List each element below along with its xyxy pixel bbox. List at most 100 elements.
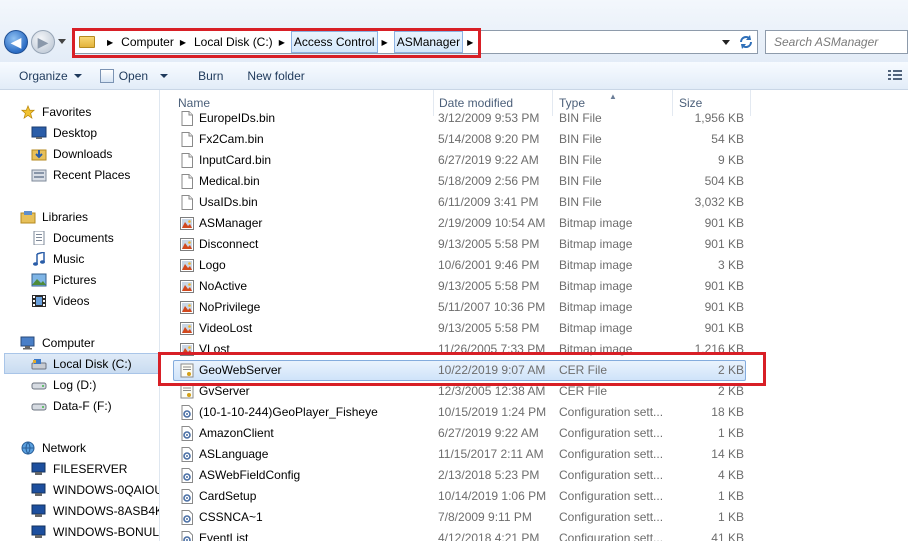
network-computer-icon [31, 525, 46, 538]
file-row[interactable]: NoPrivilege 5/11/2007 10:36 PM Bitmap imag… [160, 297, 908, 318]
nav-favorites[interactable]: Favorites [20, 101, 91, 122]
breadcrumb-separator-icon[interactable]: ▶ [382, 38, 388, 47]
libraries-icon [20, 210, 36, 223]
network-icon [21, 441, 35, 455]
file-name: VLost [199, 342, 230, 356]
file-date: 9/13/2005 5:58 PM [438, 321, 540, 335]
new-folder-button[interactable]: New folder [238, 64, 313, 88]
file-name: NoPrivilege [199, 300, 261, 314]
file-name: UsaIDs.bin [199, 195, 258, 209]
breadcrumb-separator-icon[interactable]: ▶ [107, 38, 113, 47]
file-row[interactable]: VLost 11/26/2005 7:33 PM Bitmap image 1,216… [160, 339, 908, 360]
nav-pictures[interactable]: Pictures [31, 269, 96, 290]
file-size: 14 KB [711, 447, 744, 461]
file-row[interactable]: CSSNCA~1 7/8/2009 9:11 PM Configuration se… [160, 507, 908, 528]
file-row[interactable]: Logo 10/6/2001 9:46 PM Bitmap image 3 KB [160, 255, 908, 276]
organize-button[interactable]: Organize [10, 64, 91, 88]
file-size: 901 KB [704, 237, 744, 251]
nav-network-fileserver[interactable]: FILESERVER [31, 458, 127, 479]
file-row[interactable]: CardSetup 10/14/2019 1:06 PM Configuration… [160, 486, 908, 507]
view-options-icon[interactable] [888, 69, 902, 81]
breadcrumb-separator-icon[interactable]: ▶ [467, 38, 473, 47]
file-size: 54 KB [711, 132, 744, 146]
file-type: Configuration sett... [559, 447, 664, 461]
breadcrumb-asmanager[interactable]: ASManager [393, 31, 464, 53]
file-row[interactable]: Medical.bin 5/18/2009 2:56 PM BIN File 504 … [160, 171, 908, 192]
file-date: 2/13/2018 5:23 PM [438, 468, 540, 482]
file-size: 901 KB [704, 321, 744, 335]
file-date: 10/15/2019 1:24 PM [438, 405, 547, 419]
recent-pages-dropdown[interactable] [58, 39, 66, 44]
file-name: VideoLost [199, 321, 253, 335]
file-date: 9/13/2005 5:58 PM [438, 237, 540, 251]
breadcrumb-local-disk[interactable]: Local Disk (C:) [192, 31, 275, 53]
breadcrumb-separator-icon[interactable]: ▶ [279, 38, 285, 47]
blank-file-icon [180, 153, 194, 168]
blank-file-icon [180, 132, 194, 147]
file-name: Disconnect [199, 237, 259, 251]
nav-net2-label: WINDOWS-0QAIOU [53, 482, 160, 497]
file-row[interactable]: EventList 4/12/2018 4:21 PM Configuration … [160, 528, 908, 541]
nav-log-drive[interactable]: Log (D:) [31, 374, 96, 395]
breadcrumb-access-control[interactable]: Access Control [290, 31, 378, 53]
open-button[interactable]: Open [91, 64, 177, 88]
nav-videos-label: Videos [53, 293, 90, 308]
file-date: 10/6/2001 9:46 PM [438, 258, 540, 272]
nav-music[interactable]: Music [31, 248, 84, 269]
address-bar[interactable]: ▶ Computer ▶ Local Disk (C:) ▶ Access Co… [72, 30, 758, 54]
search-input[interactable]: Search ASManager [765, 30, 908, 54]
back-button[interactable]: ◀ [4, 30, 28, 54]
file-row[interactable]: InputCard.bin 6/27/2019 9:22 AM BIN File 9 … [160, 150, 908, 171]
breadcrumb-computer[interactable]: Computer [119, 31, 176, 53]
file-row[interactable]: EuropeIDs.bin 3/12/2009 9:53 PM BIN File 1,… [160, 108, 908, 129]
network-computer-icon [31, 483, 46, 496]
nav-computer[interactable]: Computer [20, 332, 95, 353]
nav-recent-places[interactable]: Recent Places [31, 164, 130, 185]
file-row[interactable]: ASLanguage 11/15/2017 2:11 AM Configuratio… [160, 444, 908, 465]
file-row[interactable]: Disconnect 9/13/2005 5:58 PM Bitmap image 9… [160, 234, 908, 255]
nav-net1-label: FILESERVER [53, 461, 128, 476]
file-row[interactable]: ASManager 2/19/2009 10:54 AM Bitmap image 9… [160, 213, 908, 234]
file-type: Bitmap image [559, 279, 633, 293]
nav-network[interactable]: Network [20, 437, 86, 458]
file-type: Configuration sett... [559, 531, 664, 541]
file-row[interactable]: (10-1-10-244)GeoPlayer_Fisheye 10/15/2019… [160, 402, 908, 423]
file-row[interactable]: GvServer 12/3/2005 12:38 AM CER File 2 KB [160, 381, 908, 402]
file-row[interactable]: VideoLost 9/13/2005 5:58 PM Bitmap image 90… [160, 318, 908, 339]
nav-desktop[interactable]: Desktop [31, 122, 97, 143]
nav-videos[interactable]: Videos [31, 290, 89, 311]
arrow-right-icon: ▶ [37, 33, 49, 50]
file-row[interactable]: UsaIDs.bin 6/11/2009 3:41 PM BIN File 3,032… [160, 192, 908, 213]
forward-button[interactable]: ▶ [31, 30, 55, 54]
bitmap-icon [180, 216, 194, 231]
nav-data-f-drive[interactable]: Data-F (F:) [31, 395, 112, 416]
file-name: EventList [199, 531, 249, 541]
nav-pictures-label: Pictures [53, 272, 97, 287]
file-row[interactable]: AmazonClient 6/27/2019 9:22 AM Configurati… [160, 423, 908, 444]
nav-network-windows-8asb4kf[interactable]: WINDOWS-8ASB4KF [31, 500, 159, 521]
file-date: 4/12/2018 4:21 PM [438, 531, 540, 541]
nav-local-disk[interactable]: Local Disk (C:) [4, 353, 159, 374]
file-date: 6/27/2019 9:22 AM [438, 153, 539, 167]
file-row[interactable]: ASWebFieldConfig 2/13/2018 5:23 PM Configu… [160, 465, 908, 486]
breadcrumb-separator-icon[interactable]: ▶ [180, 38, 186, 47]
burn-button[interactable]: Burn [189, 64, 232, 88]
nav-documents[interactable]: Documents [31, 227, 114, 248]
file-row[interactable]: GeoWebServer 10/22/2019 9:07 AM CER File 2 … [160, 360, 908, 381]
file-name: NoActive [199, 279, 248, 293]
nav-network-windows-0qaiou[interactable]: WINDOWS-0QAIOU [31, 479, 160, 500]
address-dropdown-icon[interactable] [721, 38, 731, 46]
file-row[interactable]: Fx2Cam.bin 5/14/2008 9:20 PM BIN File 54 KB [160, 129, 908, 150]
nav-downloads[interactable]: Downloads [31, 143, 112, 164]
file-name: Medical.bin [199, 174, 260, 188]
file-type: Bitmap image [559, 321, 633, 335]
refresh-icon[interactable] [738, 34, 754, 50]
network-computer-icon [31, 504, 46, 517]
file-size: 2 KB [717, 363, 744, 377]
file-date: 5/18/2009 2:56 PM [438, 174, 540, 188]
file-size: 1 KB [717, 426, 744, 440]
file-row[interactable]: NoActive 9/13/2005 5:58 PM Bitmap image 901… [160, 276, 908, 297]
nav-network-windows-bonulk[interactable]: WINDOWS-BONULK [31, 521, 159, 541]
nav-libraries[interactable]: Libraries [20, 206, 88, 227]
file-type: BIN File [559, 195, 602, 209]
